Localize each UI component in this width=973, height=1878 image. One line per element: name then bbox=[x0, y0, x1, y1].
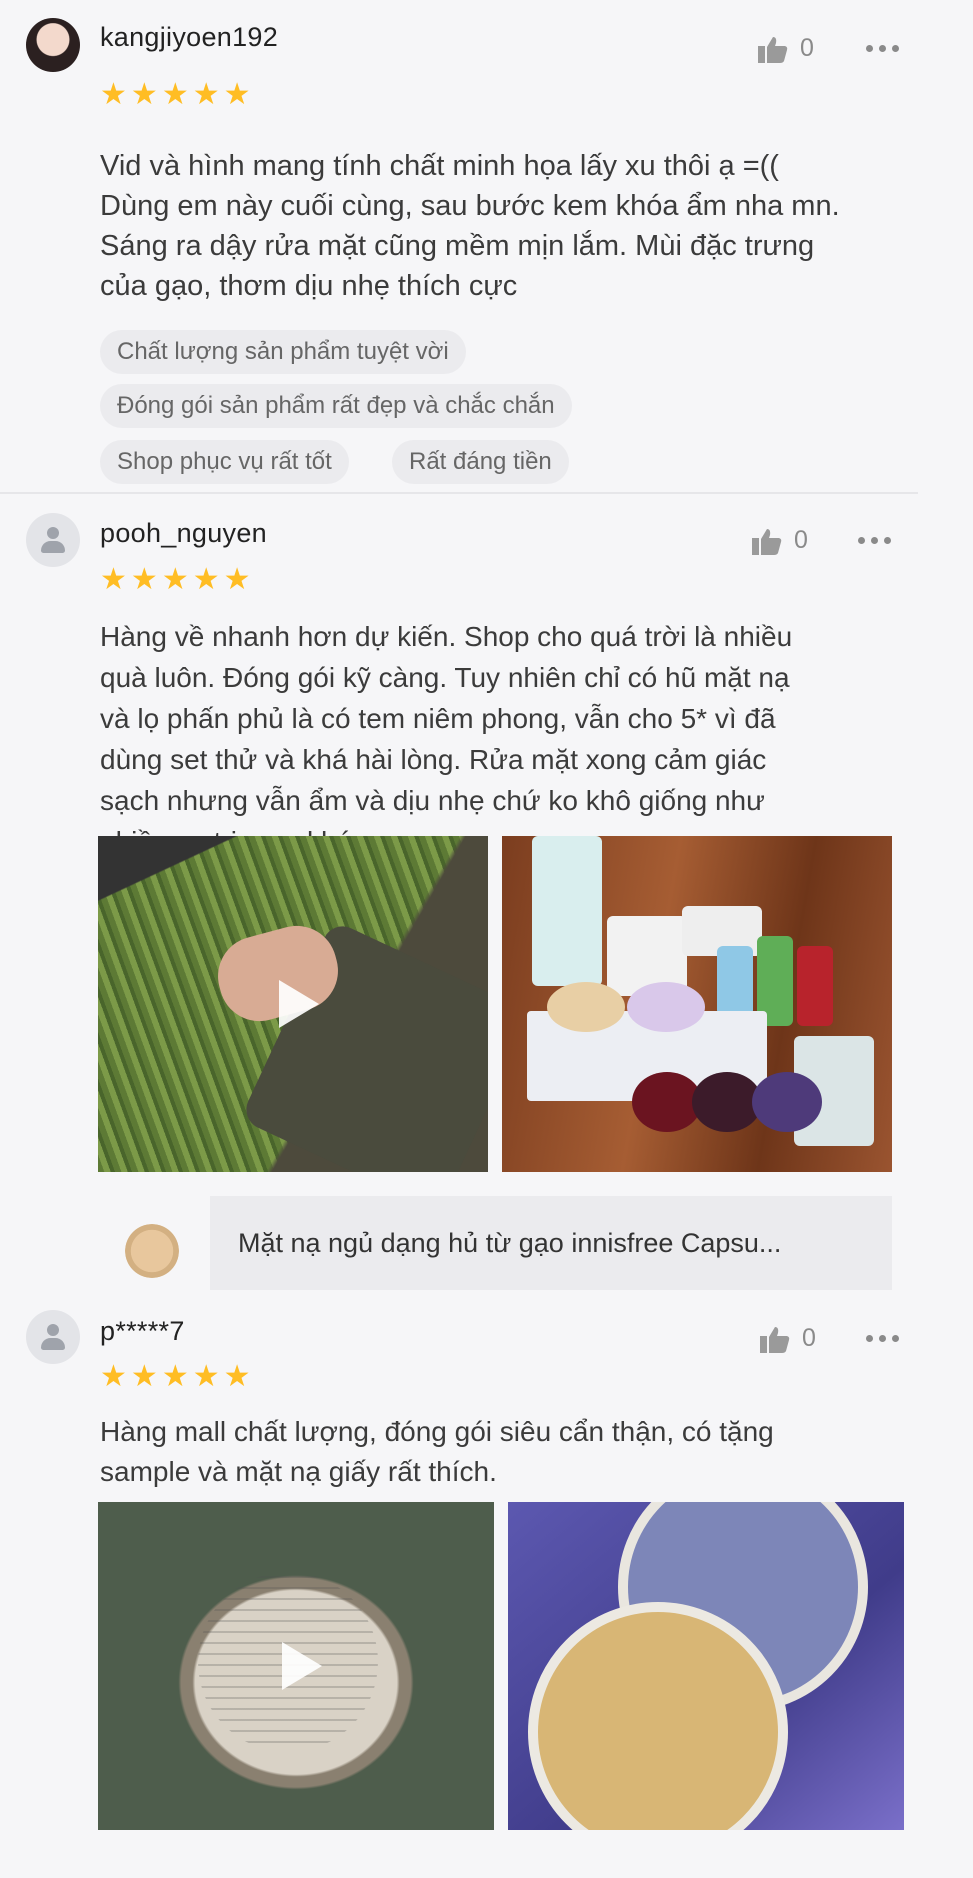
tag-service: Shop phục vụ rất tốt bbox=[100, 440, 349, 484]
divider bbox=[0, 492, 918, 494]
more-dots-icon[interactable] bbox=[866, 1335, 899, 1342]
thumbs-up-icon bbox=[760, 1326, 790, 1353]
star-icon: ★ bbox=[130, 1360, 158, 1393]
star-icon: ★ bbox=[100, 1360, 127, 1393]
like-count: 0 bbox=[794, 526, 808, 554]
star-icon: ★ bbox=[130, 563, 158, 596]
star-rating: ★ ★ ★ ★ ★ bbox=[100, 565, 251, 595]
play-icon[interactable] bbox=[279, 980, 319, 1028]
avatar[interactable] bbox=[26, 18, 80, 72]
username[interactable]: p*****7 bbox=[100, 1316, 185, 1347]
star-icon: ★ bbox=[161, 563, 189, 596]
star-rating: ★ ★ ★ ★ ★ bbox=[100, 80, 251, 110]
more-dots-icon[interactable] bbox=[866, 45, 899, 52]
review-text: Hàng về nhanh hơn dự kiến. Shop cho quá … bbox=[100, 621, 793, 857]
tag-value: Rất đáng tiền bbox=[392, 440, 569, 484]
star-icon: ★ bbox=[223, 1360, 251, 1393]
like-count: 0 bbox=[802, 1324, 816, 1352]
product-name: Mặt nạ ngủ dạng hủ từ gạo innisfree Caps… bbox=[238, 1228, 782, 1258]
review-video[interactable] bbox=[98, 1502, 494, 1830]
star-icon: ★ bbox=[100, 78, 127, 111]
review-text: Vid và hình mang tính chất minh họa lấy … bbox=[100, 150, 840, 302]
review-image[interactable] bbox=[502, 836, 892, 1172]
star-icon: ★ bbox=[130, 78, 158, 111]
person-icon bbox=[47, 527, 59, 539]
star-icon: ★ bbox=[223, 563, 251, 596]
star-icon: ★ bbox=[223, 78, 251, 111]
thumbs-up-icon bbox=[758, 36, 788, 63]
tag-quality: Chất lượng sản phẩm tuyệt vời bbox=[100, 330, 466, 374]
product-link[interactable]: Mặt nạ ngủ dạng hủ từ gạo innisfree Caps… bbox=[210, 1196, 892, 1290]
like-count: 0 bbox=[800, 34, 814, 62]
username[interactable]: pooh_nguyen bbox=[100, 518, 267, 549]
star-rating: ★ ★ ★ ★ ★ bbox=[100, 1362, 251, 1392]
product-thumbnail[interactable] bbox=[125, 1224, 179, 1278]
star-icon: ★ bbox=[192, 563, 220, 596]
star-icon: ★ bbox=[192, 78, 220, 111]
star-icon: ★ bbox=[161, 1360, 189, 1393]
avatar[interactable] bbox=[26, 1310, 80, 1364]
star-icon: ★ bbox=[192, 1360, 220, 1393]
play-icon[interactable] bbox=[282, 1642, 322, 1690]
like-button[interactable]: 0 bbox=[758, 34, 814, 63]
thumbs-up-icon bbox=[752, 528, 782, 555]
like-button[interactable]: 0 bbox=[752, 526, 808, 555]
review-image[interactable] bbox=[508, 1502, 904, 1830]
more-dots-icon[interactable] bbox=[858, 537, 891, 544]
username[interactable]: kangjiyoen192 bbox=[100, 22, 278, 53]
star-icon: ★ bbox=[161, 78, 189, 111]
avatar[interactable] bbox=[26, 513, 80, 567]
like-button[interactable]: 0 bbox=[760, 1324, 816, 1353]
star-icon: ★ bbox=[100, 563, 127, 596]
person-icon bbox=[47, 1324, 59, 1336]
review-video[interactable] bbox=[98, 836, 488, 1172]
tag-packaging: Đóng gói sản phẩm rất đẹp và chắc chắn bbox=[100, 384, 572, 428]
review-text: Hàng mall chất lượng, đóng gói siêu cẩn … bbox=[100, 1416, 774, 1487]
